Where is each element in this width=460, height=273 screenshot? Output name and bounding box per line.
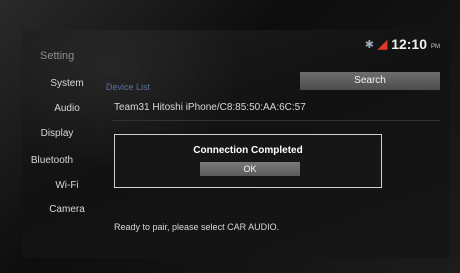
sidebar-item-audio[interactable]: Audio bbox=[22, 103, 112, 114]
sidebar-item-bluetooth[interactable]: Bluetooth bbox=[22, 155, 82, 166]
page-title: Setting bbox=[40, 50, 75, 62]
connection-dialog: Connection Completed OK bbox=[114, 134, 382, 188]
infotainment-screen: Setting ✱ ◢ 12:10 PM System Audio Displa… bbox=[22, 30, 450, 258]
status-bar: ✱ ◢ 12:10 PM bbox=[365, 36, 440, 52]
bluetooth-icon: ✱ bbox=[364, 38, 374, 51]
status-message: Ready to pair, please select CAR AUDIO. bbox=[114, 222, 280, 232]
clock-ampm: PM bbox=[431, 43, 440, 50]
search-button[interactable]: Search bbox=[300, 72, 440, 90]
list-divider bbox=[112, 120, 440, 121]
device-list-label: Device List bbox=[106, 82, 151, 92]
signal-icon: ◢ bbox=[377, 37, 388, 51]
device-list-item[interactable]: Team31 Hitoshi iPhone/C8:85:50:AA:6C:57 bbox=[114, 102, 306, 113]
clock-time: 12:10 bbox=[391, 36, 427, 52]
dialog-title: Connection Completed bbox=[193, 145, 303, 156]
ok-button[interactable]: OK bbox=[200, 162, 300, 176]
sidebar-item-wifi[interactable]: Wi-Fi bbox=[22, 180, 112, 191]
sidebar-item-display[interactable]: Display bbox=[22, 128, 92, 139]
sidebar-item-system[interactable]: System bbox=[22, 78, 112, 89]
sidebar-item-camera[interactable]: Camera bbox=[22, 204, 112, 215]
